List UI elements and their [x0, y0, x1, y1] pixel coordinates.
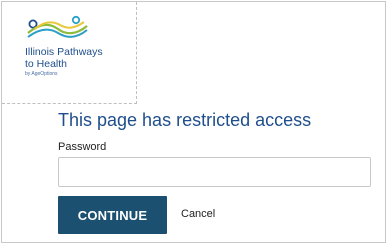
brand-name-line2: to Health: [25, 58, 68, 70]
continue-button[interactable]: CONTINUE: [58, 196, 167, 234]
logo-area: Illinois Pathways to Health by AgeOption…: [2, 2, 137, 104]
brand-name-line1: Illinois Pathways: [25, 46, 103, 58]
password-label: Password: [58, 141, 107, 153]
password-input[interactable]: [58, 157, 371, 187]
brand-subtitle: by AgeOptions: [25, 71, 58, 77]
access-panel: Illinois Pathways to Health by AgeOption…: [1, 1, 386, 243]
page-title: This page has restricted access: [58, 110, 312, 130]
logo-mark-icon: [27, 15, 88, 38]
cancel-link[interactable]: Cancel: [181, 208, 215, 220]
